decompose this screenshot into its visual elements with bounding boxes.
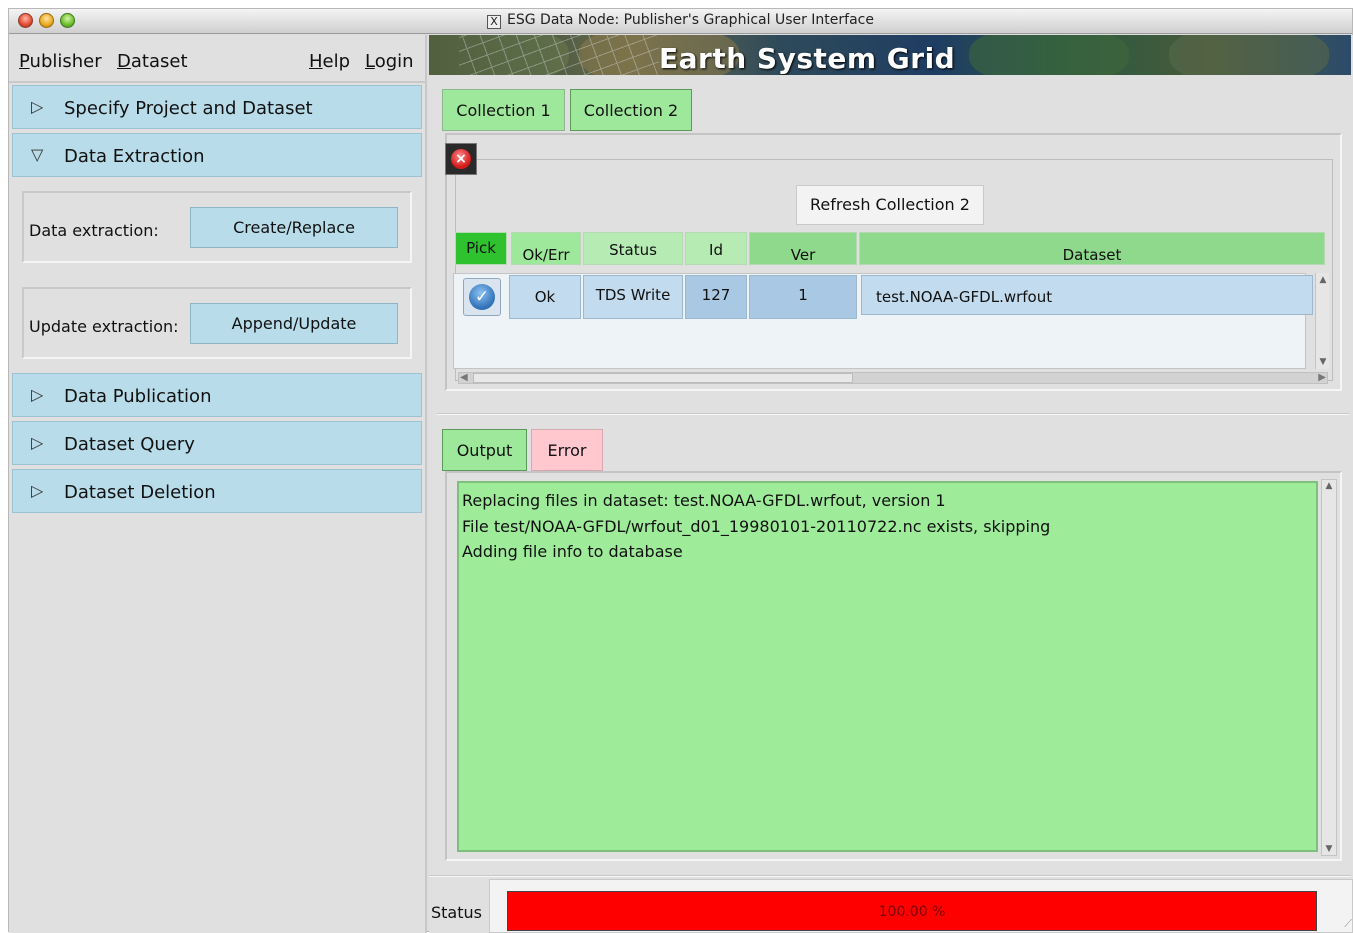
column-header-dataset[interactable]: Dataset [859, 232, 1325, 265]
close-icon: × [451, 149, 471, 169]
output-line: Adding file info to database [462, 542, 683, 561]
create-replace-button[interactable]: Create/Replace [190, 207, 398, 248]
column-header-label: Ver [790, 246, 816, 264]
collection-horizontal-scrollbar[interactable]: ◀ ▶ [458, 372, 1328, 384]
output-vertical-scrollbar[interactable]: ▲ ▼ [1321, 479, 1337, 856]
column-header-id[interactable]: Id [685, 232, 747, 265]
menu-login-label: ogin [374, 51, 414, 72]
banner-grid [459, 35, 659, 75]
triangle-right-icon: ▷ [31, 481, 44, 500]
section-label: Dataset Deletion [64, 482, 216, 503]
menu-publisher[interactable]: Publisher [19, 51, 102, 72]
resize-grip-icon[interactable]: ⟋ [1344, 917, 1352, 931]
title-bar: X ESG Data Node: Publisher's Graphical Us… [9, 9, 1352, 34]
refresh-collection-button[interactable]: Refresh Collection 2 [796, 185, 984, 225]
section-dataset-deletion[interactable]: ▷ Dataset Deletion [12, 469, 422, 513]
status-label: Status [431, 903, 482, 922]
app-window: X ESG Data Node: Publisher's Graphical Us… [8, 8, 1353, 933]
section-specify-project[interactable]: ▷ Specify Project and Dataset [12, 85, 422, 129]
section-data-publication[interactable]: ▷ Data Publication [12, 373, 422, 417]
menu-help-label: elp [322, 51, 351, 72]
status-divider[interactable] [429, 875, 1351, 877]
section-label: Specify Project and Dataset [64, 98, 313, 119]
table-cell-id: 127 [685, 275, 747, 319]
section-data-extraction[interactable]: ▽ Data Extraction [12, 133, 422, 177]
section-label: Data Extraction [64, 146, 205, 167]
menu-help-mnemonic: H [309, 51, 323, 72]
section-label: Data Publication [64, 386, 212, 407]
tab-collection-1[interactable]: Collection 1 [442, 89, 565, 131]
column-header-label: Dataset [1062, 246, 1122, 264]
output-line: File test/NOAA-GFDL/wrfout_d01_19980101-… [462, 517, 1051, 536]
triangle-right-icon: ▷ [31, 385, 44, 404]
column-header-ver[interactable]: Ver [749, 232, 857, 265]
scroll-down-icon[interactable]: ▼ [1323, 844, 1335, 854]
data-extraction-label: Data extraction: [29, 221, 159, 240]
scroll-down-icon[interactable]: ▼ [1317, 356, 1329, 368]
close-collection-button[interactable]: × [445, 143, 477, 175]
menu-publisher-mnemonic: P [19, 51, 30, 72]
menu-publisher-label: ublisher [29, 51, 102, 72]
menu-dataset[interactable]: Dataset [117, 51, 188, 72]
left-panel: Publisher Dataset Help Login ▷ Specify P… [9, 35, 427, 933]
menu-dataset-label: ataset [130, 51, 188, 72]
check-circle-icon: ✓ [469, 284, 495, 310]
output-line: Replacing files in dataset: test.NOAA-GF… [462, 491, 946, 510]
column-header-status[interactable]: Status [583, 232, 683, 265]
triangle-down-icon: ▽ [31, 145, 44, 164]
tab-output[interactable]: Output [442, 429, 527, 471]
column-header-label: Pick [466, 239, 496, 257]
column-header-pick[interactable]: Pick [455, 232, 507, 265]
tab-error[interactable]: Error [531, 429, 603, 471]
column-header-label: Status [609, 241, 657, 259]
x11-icon: X [487, 15, 502, 29]
table-cell-ok-err: Ok [509, 275, 581, 319]
banner-land-3 [969, 35, 1129, 75]
scroll-up-icon[interactable]: ▲ [1317, 274, 1329, 286]
tab-collection-2[interactable]: Collection 2 [570, 89, 692, 131]
collection-vertical-scrollbar[interactable]: ▲ ▼ [1315, 273, 1329, 369]
column-header-label: Id [709, 241, 723, 259]
triangle-right-icon: ▷ [31, 433, 44, 452]
output-text-area[interactable]: Replacing files in dataset: test.NOAA-GF… [457, 481, 1318, 852]
banner-title: Earth System Grid [659, 42, 956, 75]
menu-login-mnemonic: L [365, 51, 375, 72]
menu-dataset-mnemonic: D [117, 51, 131, 72]
menu-login[interactable]: Login [365, 51, 414, 72]
update-extraction-group: Update extraction: Append/Update [22, 287, 412, 359]
column-header-label: Ok/Err [522, 246, 570, 264]
column-header-ok-err[interactable]: Ok/Err [511, 232, 581, 265]
append-update-button[interactable]: Append/Update [190, 303, 398, 344]
progress-text: 100.00 % [878, 904, 946, 920]
pane-divider[interactable] [437, 413, 1349, 415]
section-label: Dataset Query [64, 434, 195, 455]
menu-bar: Publisher Dataset Help Login [9, 35, 427, 83]
pick-checkbox[interactable]: ✓ [463, 278, 501, 316]
progress-bar: 100.00 % [507, 891, 1317, 931]
data-extraction-group: Data extraction: Create/Replace [22, 191, 412, 263]
update-extraction-label: Update extraction: [29, 317, 179, 336]
window-title: X ESG Data Node: Publisher's Graphical Us… [9, 12, 1352, 29]
triangle-right-icon: ▷ [31, 97, 44, 116]
scroll-right-icon[interactable]: ▶ [1318, 372, 1326, 383]
scroll-thumb[interactable] [473, 373, 853, 383]
table-cell-dataset[interactable]: test.NOAA-GFDL.wrfout [861, 275, 1313, 315]
table-cell-ver: 1 [749, 275, 857, 319]
banner-land-4 [1169, 35, 1329, 75]
right-panel: Earth System Grid Collection 1 Collectio… [429, 35, 1353, 933]
section-dataset-query[interactable]: ▷ Dataset Query [12, 421, 422, 465]
table-cell-status: TDS Write [583, 275, 683, 319]
esg-banner: Earth System Grid [429, 35, 1351, 75]
scroll-up-icon[interactable]: ▲ [1323, 481, 1335, 491]
scroll-left-icon[interactable]: ◀ [460, 372, 468, 383]
window-title-text: ESG Data Node: Publisher's Graphical Use… [507, 12, 874, 28]
menu-help[interactable]: Help [309, 51, 350, 72]
